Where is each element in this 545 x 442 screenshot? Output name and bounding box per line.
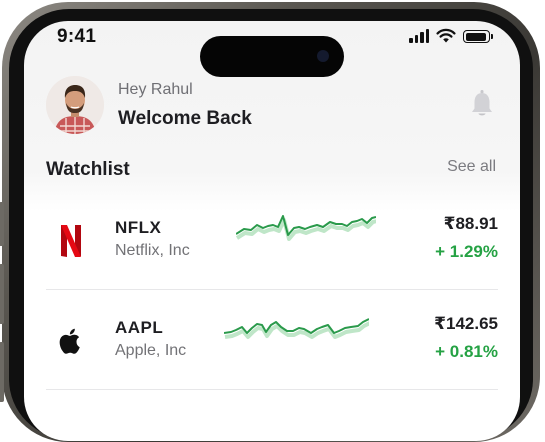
user-avatar-image <box>46 76 104 134</box>
avatar[interactable] <box>46 76 104 134</box>
status-time: 9:41 <box>57 26 97 47</box>
stock-change: + 1.29% <box>435 242 498 261</box>
netflix-logo-icon <box>54 223 88 259</box>
see-all-link[interactable]: See all <box>447 158 496 176</box>
stock-change: + 0.81% <box>435 342 498 361</box>
stock-price: ₹88.91 <box>443 214 498 233</box>
battery-icon <box>463 30 493 43</box>
greeting-text: Hey Rahul <box>118 81 193 98</box>
bell-icon[interactable] <box>470 90 494 118</box>
company-name: Netflix, Inc <box>115 242 190 259</box>
side-button <box>0 342 4 402</box>
watchlist-item-nflx[interactable]: NFLX Netflix, Inc ₹88.91 + 1.29% <box>46 189 498 290</box>
app-header: Hey Rahul Welcome Back <box>24 73 520 143</box>
stock-ticker: AAPL <box>115 318 164 337</box>
wifi-icon <box>436 28 456 43</box>
apple-logo-icon <box>54 323 88 359</box>
side-button <box>0 202 4 246</box>
watchlist-title: Watchlist <box>46 159 130 180</box>
sparkline-chart <box>224 318 369 339</box>
front-camera <box>317 50 329 62</box>
stock-ticker: NFLX <box>115 218 162 237</box>
stock-price: ₹142.65 <box>434 314 498 333</box>
watchlist-item-aapl[interactable]: AAPL Apple, Inc ₹142.65 + 0.81% <box>46 289 498 390</box>
cellular-signal-icon <box>409 28 429 43</box>
sparkline-chart <box>236 215 376 241</box>
company-name: Apple, Inc <box>115 342 187 359</box>
side-button <box>0 264 4 324</box>
status-icons <box>409 28 493 43</box>
welcome-title: Welcome Back <box>118 108 252 129</box>
app-screen: 9:41 Hey Rahul Welcome Back Watchlist Se… <box>24 21 520 441</box>
dynamic-island <box>200 36 344 77</box>
